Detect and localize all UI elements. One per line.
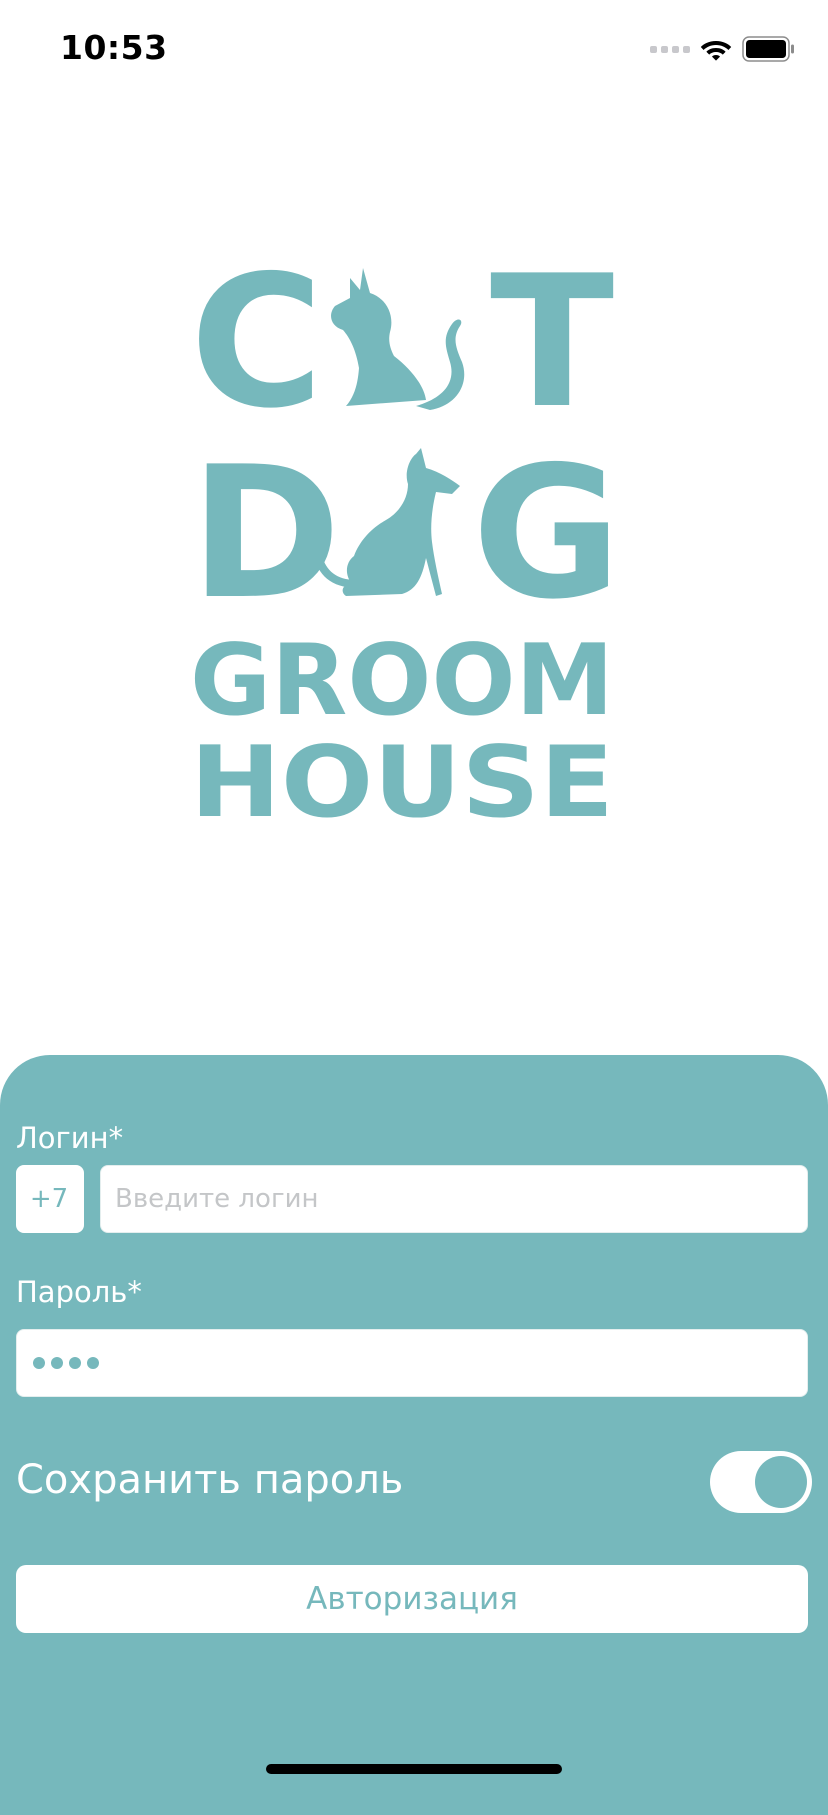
logo-letter-t: T xyxy=(490,258,614,448)
password-field[interactable] xyxy=(16,1329,808,1397)
password-dot xyxy=(33,1357,45,1369)
wifi-icon xyxy=(700,41,732,61)
password-dot xyxy=(69,1357,81,1369)
login-panel: Логин* +7 Пароль* Сохранить пароль Автор… xyxy=(0,1055,828,1815)
logo-letter-d: D xyxy=(190,427,341,639)
logo-word-groom: GROOM xyxy=(190,624,614,738)
cat-silhouette-icon xyxy=(331,268,465,410)
status-bar: 10:53 xyxy=(0,0,828,100)
login-input[interactable] xyxy=(101,1166,807,1232)
toggle-knob xyxy=(755,1456,807,1508)
password-dot xyxy=(51,1357,63,1369)
logo-word-house: HOUSE xyxy=(190,726,614,828)
status-time: 10:53 xyxy=(60,28,168,67)
battery-icon xyxy=(742,36,794,62)
logo-letter-c: C xyxy=(190,258,324,448)
password-label: Пароль* xyxy=(16,1275,142,1309)
status-icons xyxy=(650,34,796,64)
brand-logo: C T D G GROOM HOUSE xyxy=(190,258,620,828)
password-dot xyxy=(87,1357,99,1369)
save-password-toggle[interactable] xyxy=(710,1451,812,1513)
logo-letter-g: G xyxy=(472,427,620,639)
signal-icon xyxy=(650,45,690,53)
save-password-label: Сохранить пароль xyxy=(16,1457,404,1503)
login-button[interactable]: Авторизация xyxy=(16,1565,808,1633)
login-label: Логин* xyxy=(16,1121,124,1155)
phone-prefix[interactable]: +7 xyxy=(16,1165,84,1233)
password-mask xyxy=(33,1330,99,1396)
login-input-container xyxy=(100,1165,808,1233)
home-indicator xyxy=(266,1764,562,1774)
